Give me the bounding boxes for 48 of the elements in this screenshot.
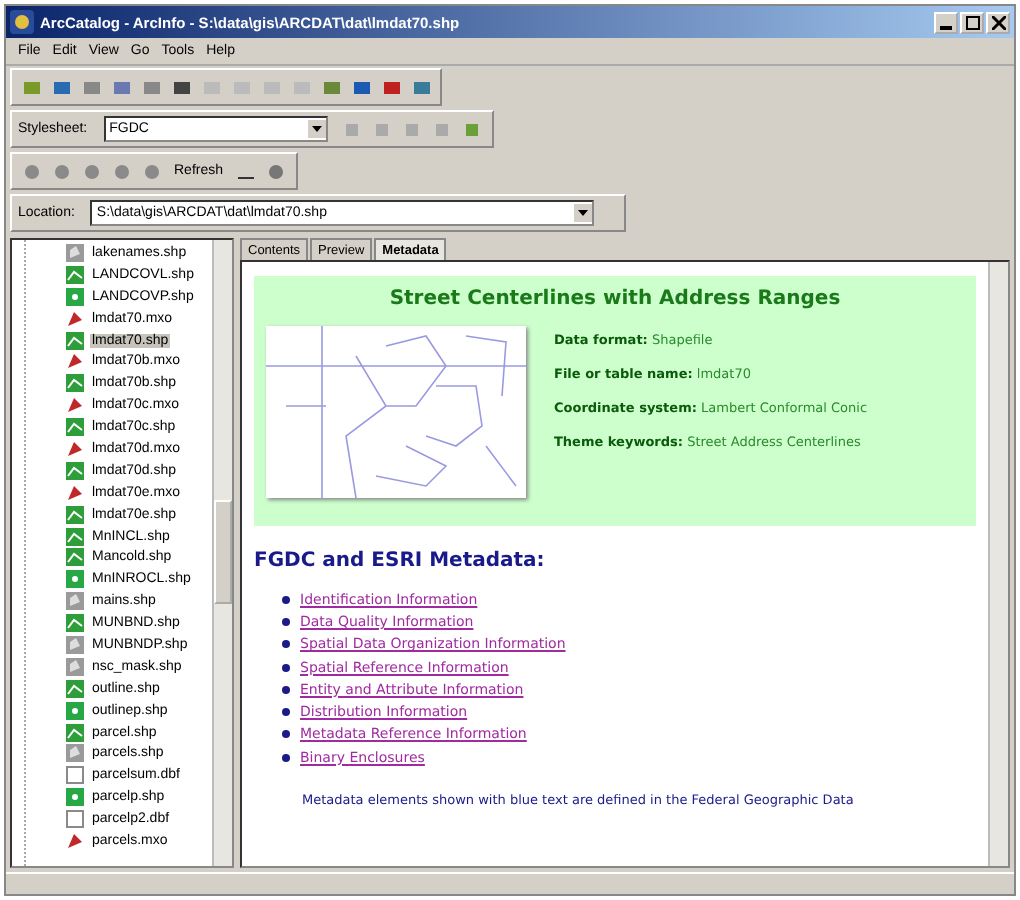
dropdown-arrow-icon[interactable] xyxy=(307,120,326,138)
layer-icon xyxy=(66,723,84,742)
layer-icon xyxy=(66,592,84,611)
map-document-icon xyxy=(66,309,84,328)
layer-icon xyxy=(66,744,84,763)
layer-icon xyxy=(66,548,84,567)
table-icon xyxy=(66,810,84,829)
close-button[interactable] xyxy=(986,11,1010,33)
layer-icon xyxy=(66,331,84,349)
map-document-icon xyxy=(66,831,84,850)
table-icon xyxy=(66,766,84,785)
scrollbar[interactable] xyxy=(212,240,232,866)
layer-icon xyxy=(66,701,84,720)
layer-icon xyxy=(66,243,84,262)
layer-icon xyxy=(66,570,84,589)
map-document-icon xyxy=(66,352,84,371)
layer-icon xyxy=(66,788,84,807)
map-document-icon xyxy=(66,439,84,458)
metadata-title: Street Centerlines with Address Ranges xyxy=(387,288,843,310)
scrollbar[interactable] xyxy=(988,262,1008,866)
layer-icon xyxy=(66,374,84,393)
bullet-icon xyxy=(282,663,290,672)
bullet-icon xyxy=(282,640,290,649)
section-heading: FGDC and ESRI Metadata: xyxy=(254,550,547,572)
bullet-icon xyxy=(282,753,290,762)
map-document-icon xyxy=(66,396,84,415)
maximize-icon xyxy=(965,15,979,29)
layer-icon xyxy=(66,505,84,524)
bullet-icon xyxy=(282,595,290,604)
minimize-button[interactable] xyxy=(934,11,958,33)
bullet-icon xyxy=(282,730,290,739)
layer-icon xyxy=(66,527,84,546)
layer-icon xyxy=(66,265,84,284)
layer-icon xyxy=(66,679,84,698)
layer-icon xyxy=(66,461,84,480)
close-icon xyxy=(991,15,1005,29)
layer-icon xyxy=(66,287,84,306)
map-document-icon xyxy=(66,483,84,502)
dropdown-arrow-icon[interactable] xyxy=(574,204,593,222)
bullet-icon xyxy=(282,617,290,626)
layer-icon xyxy=(66,657,84,676)
layer-icon xyxy=(66,614,84,633)
bullet-icon xyxy=(282,708,290,717)
maximize-button[interactable] xyxy=(960,11,984,33)
layer-icon xyxy=(66,635,84,654)
layer-icon xyxy=(66,418,84,437)
bullet-icon xyxy=(282,685,290,694)
app-icon xyxy=(10,10,34,34)
